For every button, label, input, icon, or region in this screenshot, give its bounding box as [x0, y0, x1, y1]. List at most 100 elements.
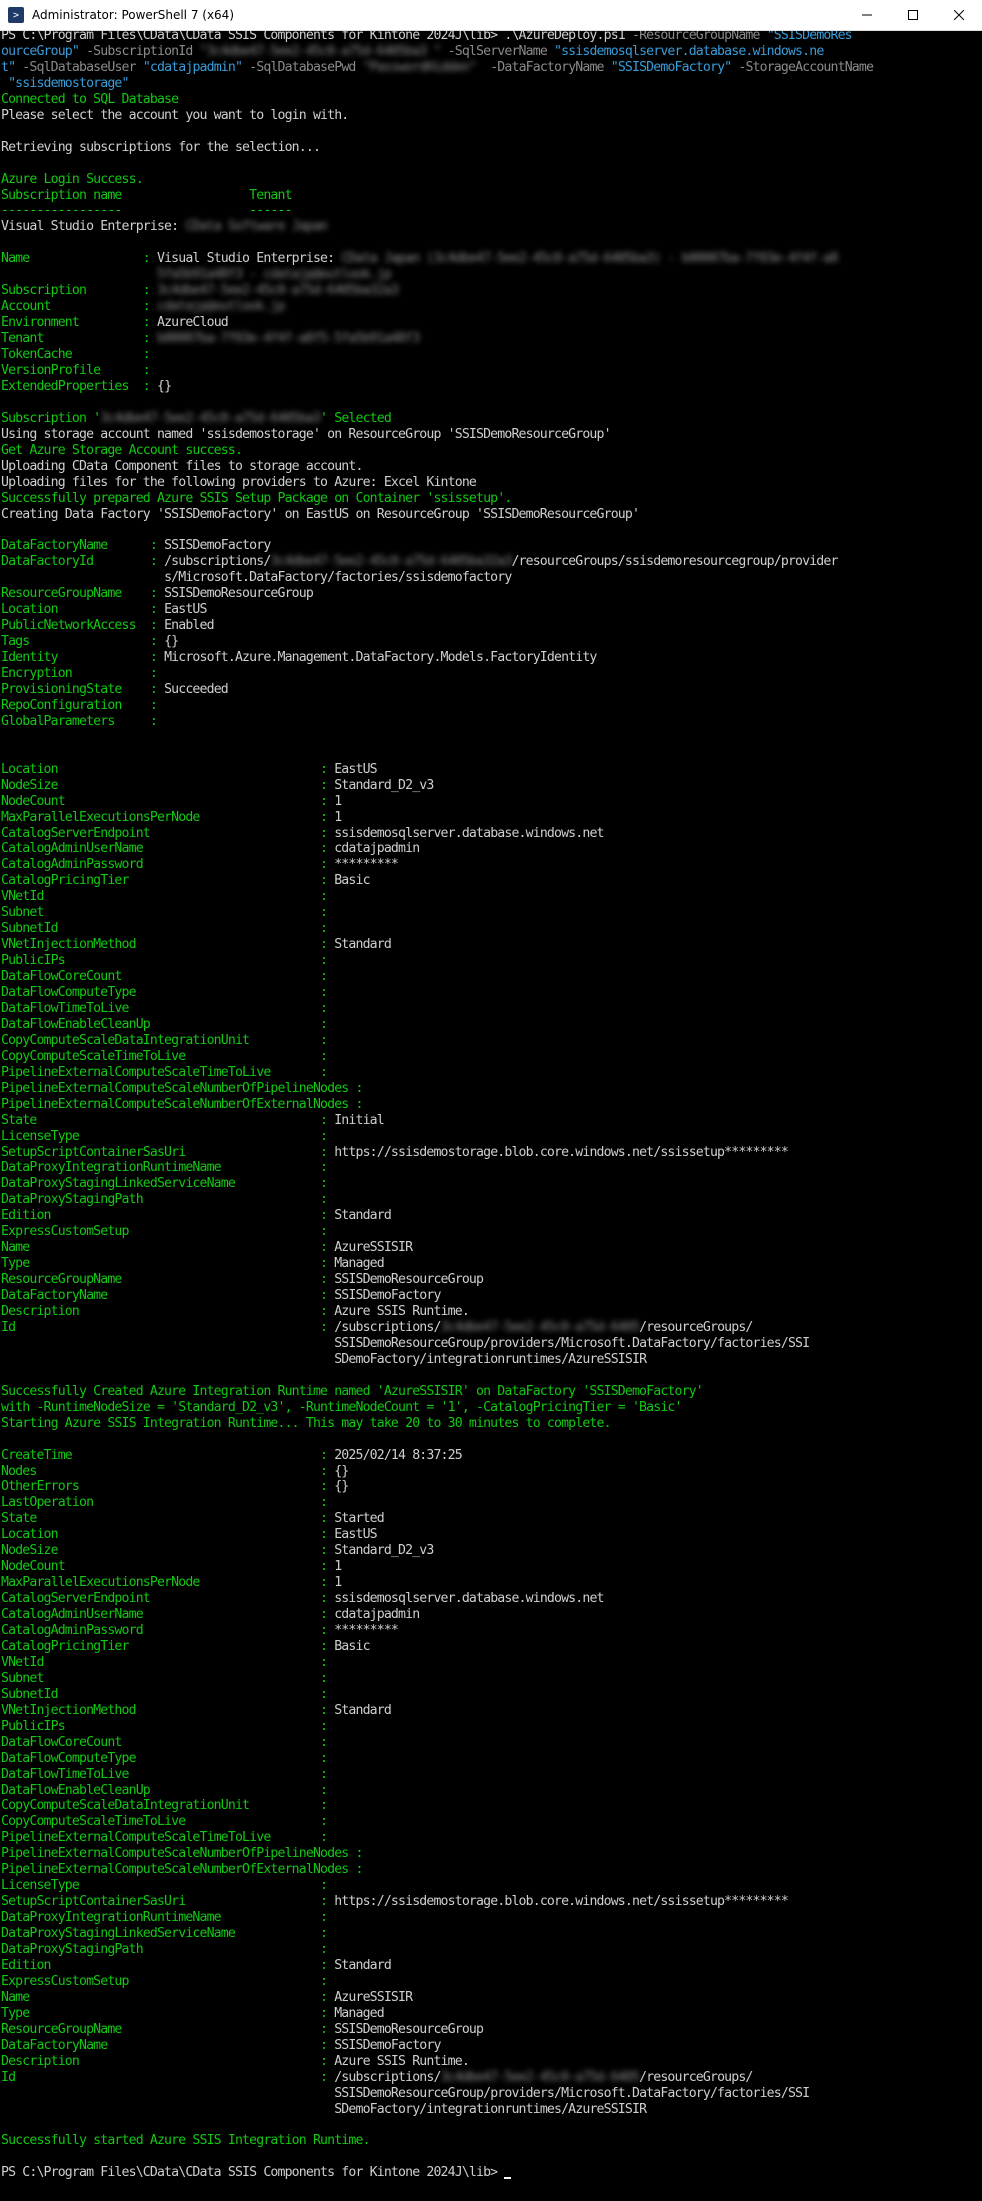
redacted-text: cdatajp@outlook.jp — [156, 299, 285, 314]
console-line: Get Azure Storage Account success. — [1, 443, 243, 460]
console-text: cdatajpadmin — [334, 1607, 420, 1622]
maximize-button[interactable] — [890, 0, 936, 30]
console-text: ResourceGroupName : — [1, 2022, 335, 2037]
console-line: VNetInjectionMethod : Standard — [1, 937, 392, 954]
console-line: Identity : Microsoft.Azure.Management.Da… — [1, 650, 597, 667]
console-text: Tags : — [1, 634, 165, 649]
console-text: Subnet : — [1, 1671, 335, 1686]
console-text: Succeeded — [164, 682, 229, 697]
console-line: Type : Managed — [1, 2006, 385, 2023]
console-text: {} — [156, 379, 172, 394]
console-line: Uploading files for the following provid… — [1, 475, 477, 492]
console-line: SSISDemoResourceGroup/providers/Microsof… — [1, 2086, 810, 2103]
console-line: Description : Azure SSIS Runtime. — [1, 1304, 470, 1321]
console-text: "SSISDemoFactory" — [610, 60, 739, 75]
console-text: SSISDemoFactory — [164, 538, 271, 553]
console-line: RepoConfiguration : — [1, 698, 164, 715]
console-text: Nodes : — [1, 1464, 335, 1479]
console-text: ' Selected — [320, 411, 392, 426]
console-line: DataFlowComputeType : — [1, 1751, 334, 1768]
console-text: Connected to SQL Database — [1, 92, 179, 107]
console-line: Name : AzureSSISIR — [1, 1240, 413, 1257]
console-text: https://ssisdemostorage.blob.core.window… — [334, 1145, 789, 1160]
console-text: .\AzureDeploy.ps1 — [504, 31, 632, 43]
console-text: PS C:\Program Files\CData\CData SSIS Com… — [1, 2165, 505, 2180]
console-text: EastUS — [334, 762, 377, 777]
redacted-text: 3c4dbe47-5ee2-45c0-a75d-6405 — [440, 1320, 640, 1335]
console-text: Environment : — [1, 315, 157, 330]
console-text: PipelineExternalComputeScaleNumberOfExte… — [1, 1097, 370, 1112]
console-text: Managed — [334, 1256, 384, 1271]
window-titlebar[interactable]: > Administrator: PowerShell 7 (x64) — [0, 0, 982, 31]
console-text: CatalogServerEndpoint : — [1, 826, 335, 841]
console-line: NodeCount : 1 — [1, 794, 342, 811]
console-text: Subscription ' — [1, 411, 101, 426]
console-text: DataFactoryId : — [1, 554, 165, 569]
console-line: Subscription '3c4dbe47-5ee2-45c0-a75d-64… — [1, 411, 392, 428]
console-text: CatalogPricingTier : — [1, 1639, 335, 1654]
console-text: PS C:\Program Files\CData\CData SSIS Com… — [1, 31, 505, 43]
console-text: Standard — [334, 1208, 392, 1223]
console-line: TokenCache : — [1, 347, 157, 364]
console-text: ExpressCustomSetup : — [1, 1974, 335, 1989]
console-line: Edition : Standard — [1, 1958, 392, 1975]
console-text: -ResourceGroupName — [631, 31, 767, 43]
console-text: Type : — [1, 2006, 335, 2021]
console-text: Edition : — [1, 1208, 335, 1223]
console-text: TokenCache : — [1, 347, 157, 362]
console-line: Subnet : — [1, 1671, 334, 1688]
close-button[interactable] — [936, 0, 982, 30]
console-line: PS C:\Program Files\CData\CData SSIS Com… — [1, 2165, 512, 2182]
console-text: ********* — [334, 1623, 399, 1638]
console-text: VersionProfile : — [1, 363, 157, 378]
console-line: State : Initial — [1, 1113, 385, 1130]
console-text: CatalogAdminUserName : — [1, 1607, 335, 1622]
console-output[interactable]: PS C:\Program Files\CData\CData SSIS Com… — [0, 31, 982, 2201]
console-text: ********* — [334, 857, 399, 872]
console-text: Identity : — [1, 650, 165, 665]
console-text: https://ssisdemostorage.blob.core.window… — [334, 1894, 789, 1909]
console-line: SubnetId : — [1, 921, 334, 938]
console-text: 1 — [334, 1575, 342, 1590]
console-line: PipelineExternalComputeScaleNumberOfPipe… — [1, 1081, 370, 1098]
minimize-button[interactable] — [844, 0, 890, 30]
console-text: CopyComputeScaleTimeToLive : — [1, 1814, 335, 1829]
console-text: Subscription : — [1, 283, 157, 298]
console-text: -DataFactoryName — [476, 60, 611, 75]
console-text: PublicIPs : — [1, 953, 335, 968]
console-line: DataFlowTimeToLive : — [1, 1001, 334, 1018]
window-controls — [844, 0, 982, 30]
console-text: Successfully prepared Azure SSIS Setup P… — [1, 491, 512, 506]
console-text: Standard_D2_v3 — [334, 1543, 434, 1558]
console-text: Enabled — [164, 618, 214, 633]
console-text: Started — [334, 1511, 384, 1526]
console-text: -SqlDatabasePwd — [249, 60, 363, 75]
console-line: ResourceGroupName : SSISDemoResourceGrou… — [1, 2022, 484, 2039]
console-line: PipelineExternalComputeScaleTimeToLive : — [1, 1065, 334, 1082]
console-line: Account : cdatajp@outlook.jp — [1, 299, 285, 316]
console-text: Description : — [1, 2054, 335, 2069]
console-line: CatalogAdminPassword : ********* — [1, 1623, 399, 1640]
console-line: PublicNetworkAccess : Enabled — [1, 618, 215, 635]
console-text: DataFlowComputeType : — [1, 1751, 335, 1766]
powershell-icon: > — [8, 7, 24, 23]
console-text: ProvisioningState : — [1, 682, 165, 697]
console-text: VNetInjectionMethod : — [1, 937, 335, 952]
console-line: NodeSize : Standard_D2_v3 — [1, 1543, 434, 1560]
console-text: -StorageAccountName — [738, 60, 874, 75]
console-text: DataFlowCoreCount : — [1, 1735, 335, 1750]
console-text: {} — [164, 634, 179, 649]
console-line: Creating Data Factory 'SSISDemoFactory' … — [1, 507, 640, 524]
console-text: Basic — [334, 873, 370, 888]
console-text: /resourceGroups/ssisdemoresourcegroup/pr… — [511, 554, 838, 569]
console-text: Azure SSIS Runtime. — [334, 2054, 470, 2069]
console-text: CopyComputeScaleDataIntegrationUnit : — [1, 1033, 335, 1048]
console-line: Please select the account you want to lo… — [1, 108, 349, 125]
console-text: ssisdemosqlserver.database.windows.net — [334, 1591, 604, 1606]
console-line: Connected to SQL Database — [1, 92, 179, 109]
console-line: DataFlowEnableCleanUp : — [1, 1017, 334, 1034]
console-text: Standard — [334, 1958, 392, 1973]
console-text: Managed — [334, 2006, 384, 2021]
console-text: NodeSize : — [1, 1543, 335, 1558]
redacted-text: 3c4dbe47-5ee2-45c0-a75d-6405ba32a3 — [270, 554, 512, 569]
